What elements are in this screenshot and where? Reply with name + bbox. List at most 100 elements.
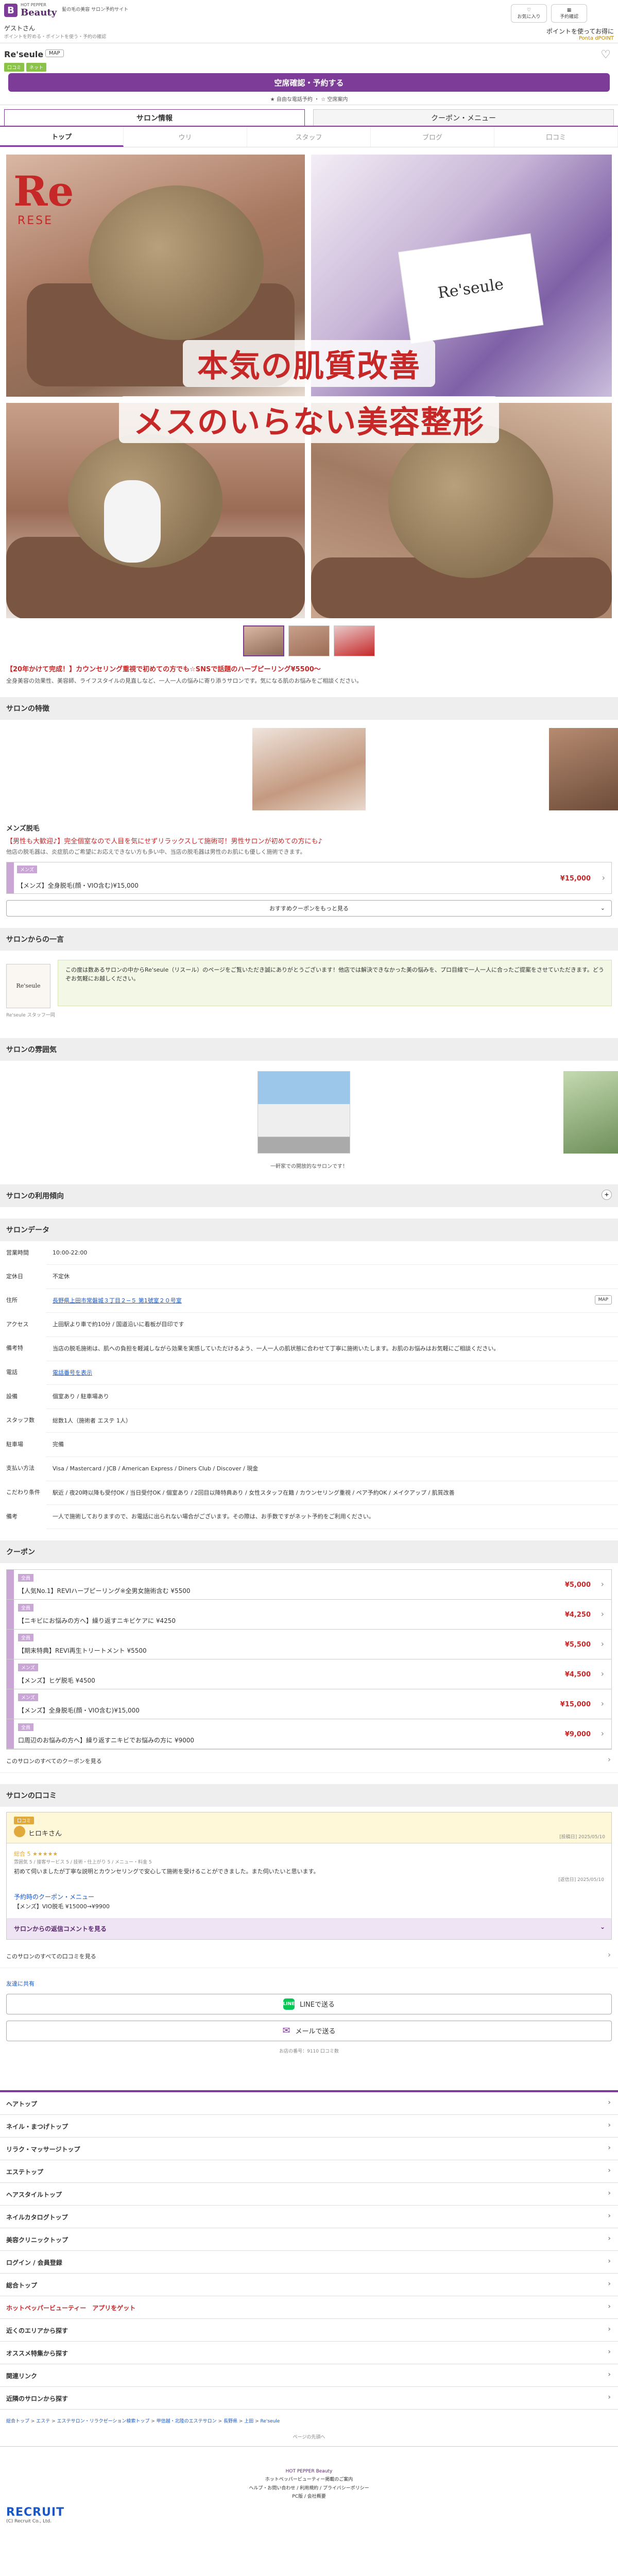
reviewer-name: ヒロキさん — [28, 1829, 62, 1838]
logo-big-text: Beauty — [21, 7, 57, 18]
map-button[interactable]: MAP — [594, 1295, 612, 1305]
coupon-item[interactable]: メンズ 【メンズ】全身脱毛(顔・VIO含む)¥15,000 ¥15,000 › — [7, 1689, 611, 1719]
sub-navigation: トップ ウリ スタッフ ブログ 口コミ — [0, 127, 618, 147]
salon-header: Re'seule MAP ♡ 口コミ ネット 空席確認・予約する ★ 自由な電話… — [0, 43, 618, 105]
data-label: 住所 — [6, 1297, 18, 1304]
data-row: 定休日 不定休 — [0, 1264, 618, 1289]
footer-link[interactable]: ホットペッパービューティー掲載のご案内 — [0, 2476, 618, 2484]
footer-nav-item[interactable]: エステトップ › — [0, 2160, 618, 2183]
coupon-item[interactable]: 全員 【人気No.1】REVIハーブピーリング※全男女施術含む ¥5500 ¥5,0… — [7, 1569, 611, 1600]
footer-nav-item[interactable]: ネイルカタログトップ › — [0, 2206, 618, 2228]
usage-accordion[interactable]: サロンの利用傾向 + — [0, 1184, 618, 1207]
site-logo[interactable]: B HOT PEPPER Beauty 髪の毛の美容 サロン予約サイト — [4, 3, 128, 18]
footer-nav-item[interactable]: オススメ特集から探す › — [0, 2342, 618, 2364]
breadcrumb-item[interactable]: 上田 — [244, 2419, 253, 2424]
footer-nav-item[interactable]: ログイン / 会員登録 › — [0, 2251, 618, 2274]
coupon-item[interactable]: メンズ 【メンズ】ヒゲ脱毛 ¥4500 ¥4,500 › — [7, 1659, 611, 1689]
thumbnail[interactable] — [288, 625, 330, 656]
footer-link[interactable]: PC版 / 会社概要 — [0, 2493, 618, 2501]
chevron-right-icon: › — [600, 1579, 604, 1589]
coupon-price: ¥15,000 — [560, 874, 591, 883]
tab-coupon-menu[interactable]: クーポン・メニュー — [313, 109, 614, 126]
data-label: 支払い方法 — [6, 1465, 35, 1472]
breadcrumb-item[interactable]: 総合トップ — [6, 2419, 29, 2424]
breadcrumb-item[interactable]: エステ — [36, 2419, 50, 2424]
thumbnail[interactable] — [334, 625, 375, 656]
coupon-price: ¥4,500 — [564, 1670, 591, 1679]
footer-nav-item[interactable]: 近くのエリアから探す › — [0, 2319, 618, 2342]
subnav-top[interactable]: トップ — [0, 127, 124, 147]
tab-salon-info[interactable]: サロン情報 — [4, 109, 305, 126]
reservation-check-button[interactable]: ▦ 予約確認 — [551, 4, 587, 23]
message-author: Re'seule スタッフ一同 — [6, 1012, 55, 1018]
breadcrumb-item[interactable]: エステサロン・リラクゼーション検索トップ — [57, 2419, 150, 2424]
coupon-item[interactable]: 全員 口周辺のお悩みの方へ】繰り返すニキビでお悩みの方に ¥9000 ¥9,000 › — [7, 1719, 611, 1749]
reserve-button[interactable]: 空席確認・予約する — [8, 73, 610, 92]
share-note: お店の番号：9110 口コミ数 — [279, 2048, 339, 2054]
data-value[interactable]: 長野県上田市常磐城３丁目２−５ 第1號室２０号室 — [53, 1297, 182, 1304]
review-card: 口コミ ヒロキさん [投稿日] 2025/05/10 総合 5 ★★★★★ 雰囲… — [6, 1811, 612, 1940]
share-title: 友達に共有 — [6, 1980, 35, 1987]
page-top-link[interactable]: ページの先頭へ — [0, 2433, 618, 2447]
footer-nav-item[interactable]: リラク・マッサージトップ › — [0, 2138, 618, 2160]
review-text: 初めて伺いましたが丁寧な説明とカウンセリングで安心して施術を受けることができまし… — [14, 1868, 319, 1875]
review-menu-name: 【メンズ】VIO脱毛 ¥15000→¥9900 — [14, 1903, 110, 1910]
atmosphere-carousel[interactable]: 一軒家での開放的なサロンです！ — [0, 1061, 618, 1179]
recruit-logo[interactable]: RECRUIT — [6, 2506, 612, 2519]
footer-link[interactable]: ヘルプ・お問い合わせ / 利用規約 / プライバシーポリシー — [0, 2484, 618, 2493]
reserve-note: ★ 自由な電話予約 ・ ☆ 空席案内 — [270, 97, 348, 103]
mail-share-button[interactable]: ✉ メールで送る — [6, 2020, 612, 2041]
breadcrumb: 総合トップ > エステ > エステサロン・リラクゼーション検索トップ > 甲信越… — [6, 2418, 280, 2424]
footer-site-link[interactable]: HOT PEPPER Beauty — [0, 2467, 618, 2476]
data-value[interactable]: 電話番号を表示 — [53, 1369, 92, 1376]
feature-tagline: 【男性も大歓迎♪】完全個室なので人目を気にせずリラックスして施術可！男性サロンが… — [6, 837, 322, 845]
features-carousel[interactable] — [0, 720, 618, 818]
footer-nav-item[interactable]: ヘアトップ › — [0, 2092, 618, 2115]
share-section: 友達に共有 LINE LINEで送る ✉ メールで送る お店の番号：9110 口… — [6, 1979, 612, 2054]
coupon-price: ¥9,000 — [564, 1730, 591, 1738]
review-menu-title[interactable]: 予約時のクーポン・メニュー — [14, 1892, 604, 1902]
feature-coupon[interactable]: メンズ 【メンズ】全身脱毛(顔・VIO含む)¥15,000 ¥15,000 › — [6, 861, 612, 894]
coupon-item[interactable]: 全員 【ニキビにお悩みの方へ】繰り返すニキビケアに ¥4250 ¥4,250 › — [7, 1599, 611, 1630]
data-value: 当店の脱毛施術は、肌への負担を軽減しながら効果を実感していただけるよう、一人一人… — [53, 1345, 500, 1352]
salon-reply-toggle[interactable]: サロンからの返信コメントを見る ⌄ — [7, 1918, 611, 1939]
data-label: こだわり条件 — [6, 1489, 40, 1496]
data-label: 駐車場 — [6, 1440, 23, 1448]
footer-nav-item[interactable]: 関連リンク › — [0, 2364, 618, 2387]
chevron-right-icon: › — [608, 2393, 611, 2401]
footer-nav-item[interactable]: ネイル・まつげトップ › — [0, 2115, 618, 2138]
line-share-button[interactable]: LINE LINEで送る — [6, 1993, 612, 2014]
tag-badge: ネット — [26, 63, 47, 72]
footer-nav-item[interactable]: 総合トップ › — [0, 2274, 618, 2296]
subnav-staff[interactable]: スタッフ — [247, 127, 371, 147]
thumbnail[interactable] — [243, 625, 284, 656]
map-button[interactable]: MAP — [45, 49, 64, 57]
breadcrumb-item[interactable]: Re'seule — [261, 2419, 280, 2424]
logo-tagline: 髪の毛の美容 サロン予約サイト — [62, 7, 129, 13]
subnav-reviews[interactable]: 口コミ — [494, 127, 618, 147]
all-reviews-link[interactable]: このサロンのすべての口コミを見る › — [0, 1945, 618, 1968]
points-link[interactable]: ポイントを使ってお得に Ponta dPOINT — [546, 27, 614, 41]
coupon-name: 【人気No.1】REVIハーブピーリング※全男女施術含む ¥5500 — [18, 1587, 191, 1595]
site-header: B HOT PEPPER Beauty 髪の毛の美容 サロン予約サイト ゲストさ… — [0, 0, 618, 43]
subnav-blog[interactable]: ブログ — [371, 127, 494, 147]
coupon-price: ¥5,000 — [564, 1581, 591, 1589]
heart-icon: ♡ — [526, 7, 531, 13]
more-coupons-button[interactable]: おすすめクーポンをもっと見る ⌄ — [6, 900, 612, 917]
all-coupons-link[interactable]: このサロンのすべてのクーポンを見る › — [0, 1750, 618, 1773]
favorites-button[interactable]: ♡ お気に入り — [511, 4, 547, 23]
subnav-features[interactable]: ウリ — [124, 127, 247, 147]
coupon-item[interactable]: 全員 【期末特典】REVI再生トリートメント ¥5500 ¥5,500 › — [7, 1629, 611, 1659]
breadcrumb-item[interactable]: 長野県 — [224, 2419, 237, 2424]
footer-nav-item[interactable]: ヘアスタイルトップ › — [0, 2183, 618, 2206]
footer-nav-item[interactable]: 美容クリニックトップ › — [0, 2228, 618, 2251]
chevron-right-icon: › — [600, 1668, 604, 1679]
guest-note[interactable]: ポイントを貯める・ポイントを使う・予約の確認 — [4, 33, 106, 40]
footer-nav-item[interactable]: 近隣のサロンから探す › — [0, 2387, 618, 2410]
footer-nav-item[interactable]: ホットペッパービューティー アプリをゲット › — [0, 2296, 618, 2319]
chevron-down-icon: ⌄ — [599, 1923, 605, 1930]
favorite-heart-icon[interactable]: ♡ — [600, 48, 611, 61]
photo-gallery[interactable]: Re RESE Re'seule 本気の肌質改善 メスのいらない美容整形 — [6, 155, 612, 618]
breadcrumb-item[interactable]: 甲信越・北陸のエステサロン — [157, 2419, 217, 2424]
data-label: スタッフ数 — [6, 1417, 35, 1424]
